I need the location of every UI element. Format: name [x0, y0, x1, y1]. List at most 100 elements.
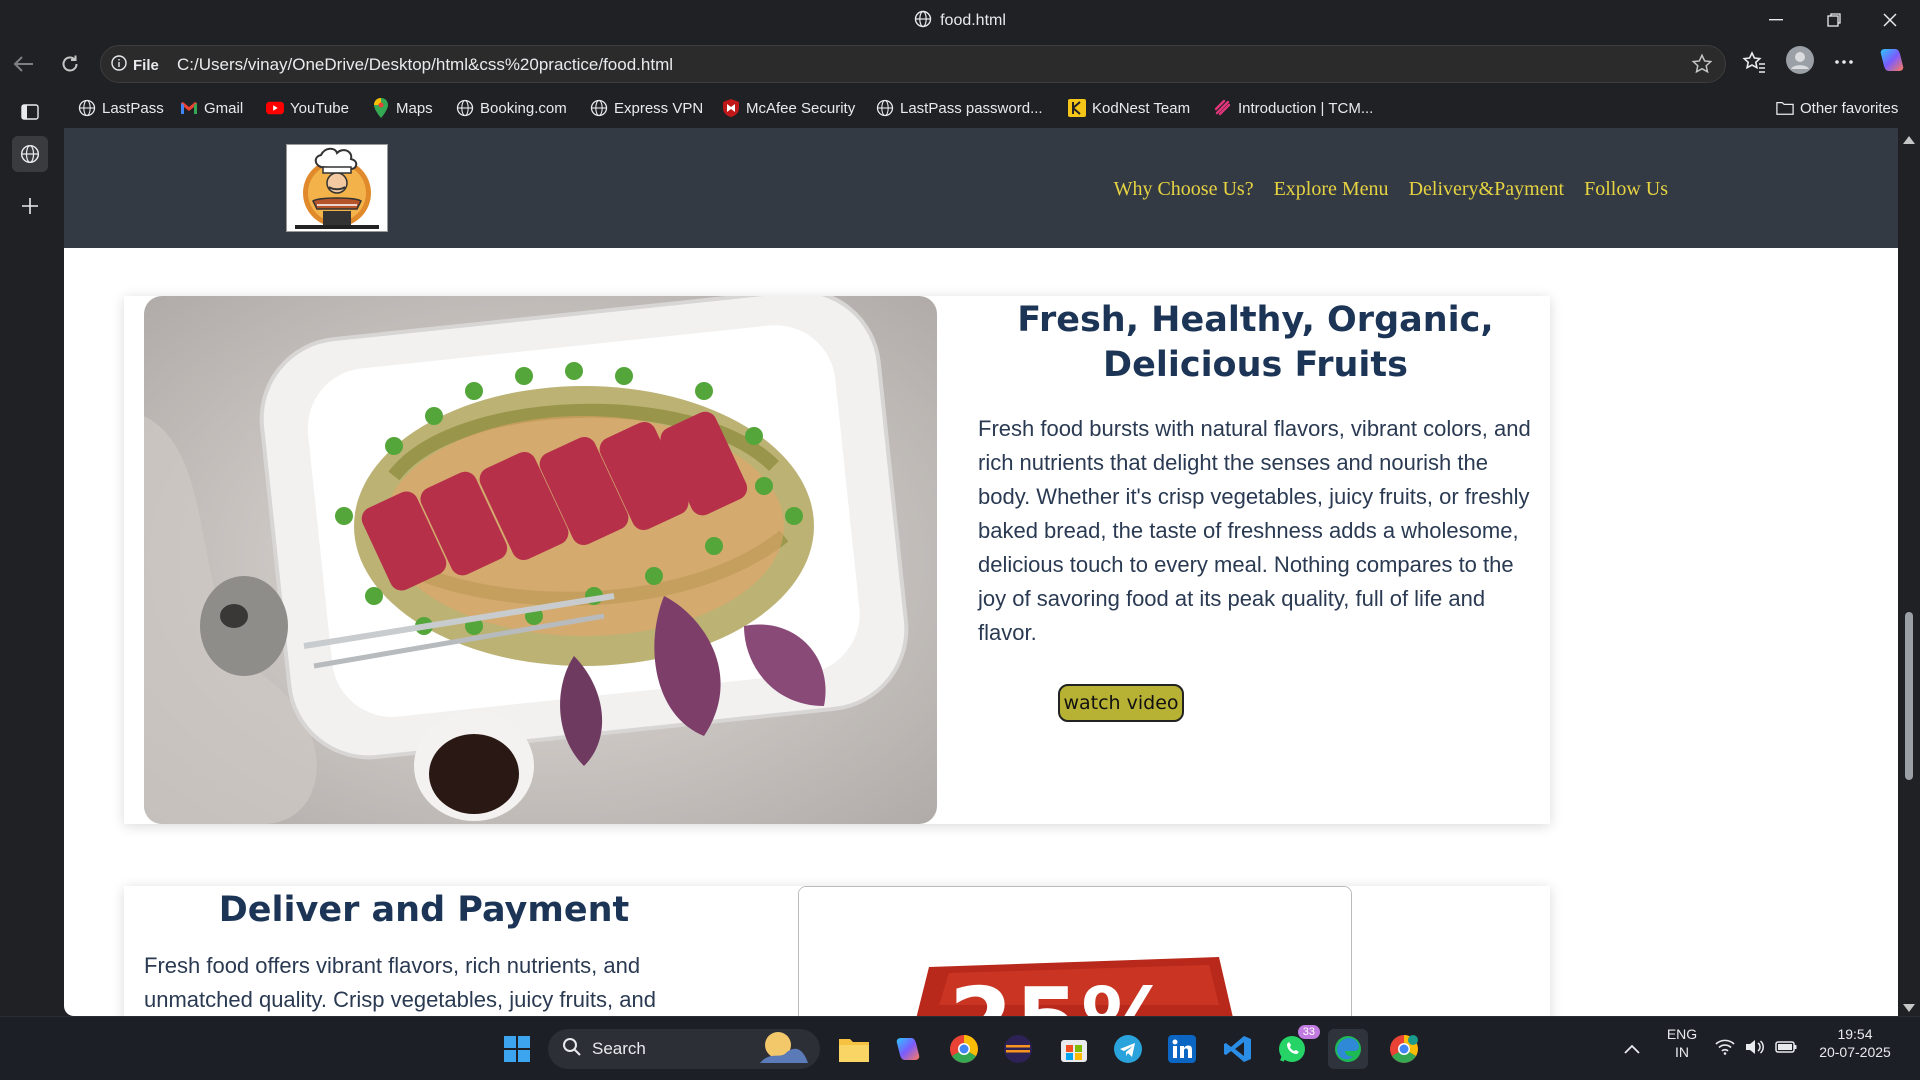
volume-icon	[1745, 1039, 1765, 1060]
promo-percent-text: 25%	[949, 957, 1175, 1016]
browser-toolbar: File C:/Users/vinay/OneDrive/Desktop/htm…	[0, 40, 1920, 88]
scrollbar-thumb[interactable]	[1905, 612, 1913, 780]
windows-start-icon[interactable]	[497, 1029, 537, 1069]
battery-icon	[1775, 1040, 1797, 1058]
favorites-icon[interactable]	[1736, 48, 1772, 76]
fresh-food-text: Fresh, Healthy, Organic, Delicious Fruit…	[978, 296, 1533, 650]
delivery-payment-section: Deliver and Payment Fresh food offers vi…	[124, 886, 1550, 1016]
search-label: Search	[592, 1039, 646, 1058]
vscode-icon[interactable]	[1218, 1029, 1258, 1069]
site-info-chip[interactable]: File	[111, 54, 159, 76]
nav-follow-us[interactable]: Follow Us	[1584, 178, 1668, 201]
more-menu-icon[interactable]	[1826, 48, 1862, 76]
delivery-text: Deliver and Payment Fresh food offers vi…	[144, 886, 704, 1016]
bookmark-mcafee[interactable]: McAfee Security	[722, 97, 855, 119]
quick-settings[interactable]	[1708, 1029, 1804, 1069]
close-button[interactable]	[1862, 4, 1918, 36]
bookmark-label: Express VPN	[614, 99, 704, 117]
profile-avatar[interactable]	[1782, 46, 1818, 74]
site-header: Why Choose Us? Explore Menu Delivery&Pay…	[64, 128, 1898, 248]
window-title: food.html	[0, 10, 1920, 33]
url-text[interactable]: C:/Users/vinay/OneDrive/Desktop/html&css…	[177, 55, 673, 75]
scheme-label: File	[133, 56, 159, 74]
address-bar[interactable]: File C:/Users/vinay/OneDrive/Desktop/htm…	[100, 45, 1726, 83]
windows-taskbar: Search 33 ENG IN 19:54 20-07-2025	[0, 1016, 1920, 1080]
window-titlebar: food.html	[0, 0, 1920, 40]
nav-why-choose-us[interactable]: Why Choose Us?	[1114, 178, 1254, 201]
bookmark-label: KodNest Team	[1092, 99, 1191, 117]
clock-date: 20-07-2025	[1819, 1044, 1891, 1060]
whatsapp-badge: 33	[1297, 1025, 1320, 1039]
file-explorer-icon[interactable]	[834, 1029, 874, 1069]
scroll-down-arrow-icon[interactable]	[1903, 1004, 1915, 1012]
page-viewport: Why Choose Us? Explore Menu Delivery&Pay…	[64, 128, 1898, 1016]
bookmark-booking[interactable]: Booking.com	[456, 97, 567, 119]
bookmark-maps[interactable]: Maps	[372, 97, 433, 119]
chrome-profile-icon[interactable]	[1384, 1029, 1424, 1069]
info-icon	[111, 55, 127, 75]
globe-icon	[590, 99, 608, 117]
vertical-tab-strip	[0, 88, 64, 1016]
tray-chevron-up-icon[interactable]	[1612, 1029, 1652, 1069]
clock[interactable]: 19:54 20-07-2025	[1810, 1025, 1900, 1061]
bookmark-label: McAfee Security	[746, 99, 856, 117]
bookmarks-bar: LastPass Gmail YouTube Maps Booking.com …	[0, 88, 1920, 128]
taskbar-search-box[interactable]: Search	[548, 1029, 820, 1069]
other-favorites-label: Other favorites	[1800, 99, 1899, 117]
bookmark-label: Maps	[396, 99, 433, 117]
bookmark-label: Booking.com	[480, 99, 567, 117]
minimize-button[interactable]	[1748, 4, 1804, 36]
chrome-icon[interactable]	[944, 1029, 984, 1069]
scroll-up-arrow-icon[interactable]	[1903, 136, 1915, 144]
folder-icon	[1776, 99, 1794, 117]
page-scrollbar[interactable]	[1898, 128, 1920, 1016]
weather-moon-icon	[756, 1029, 812, 1070]
tcm-icon	[1214, 99, 1232, 117]
copilot-app-icon[interactable]	[888, 1029, 928, 1069]
maps-pin-icon	[372, 98, 390, 118]
region-code: IN	[1675, 1044, 1689, 1060]
globe-icon	[876, 99, 894, 117]
new-tab-plus-icon[interactable]	[12, 188, 48, 224]
restore-button[interactable]	[1806, 4, 1862, 36]
whatsapp-icon[interactable]: 33	[1272, 1025, 1320, 1069]
bookmark-label: LastPass	[102, 99, 164, 117]
clock-time: 19:54	[1837, 1026, 1873, 1042]
site-nav: Why Choose Us? Explore Menu Delivery&Pay…	[1114, 178, 1668, 201]
favorite-star-icon[interactable]	[1691, 53, 1713, 80]
food-photo	[144, 296, 937, 824]
section-heading: Deliver and Payment	[218, 890, 630, 930]
mcafee-icon	[722, 99, 740, 117]
telegram-icon[interactable]	[1108, 1029, 1148, 1069]
search-icon	[562, 1037, 582, 1062]
nav-delivery-payment[interactable]: Delivery&Payment	[1409, 178, 1565, 201]
tab-food-html[interactable]	[12, 136, 48, 172]
input-language[interactable]: ENG IN	[1662, 1025, 1702, 1061]
window-title-text: food.html	[940, 12, 1006, 29]
eclipse-icon[interactable]	[998, 1029, 1038, 1069]
bookmark-lastpass[interactable]: LastPass	[78, 97, 164, 119]
bookmark-label: LastPass password...	[900, 99, 1043, 117]
back-button[interactable]	[6, 48, 42, 80]
section-heading: Fresh, Healthy, Organic, Delicious Fruit…	[1017, 300, 1494, 385]
copilot-icon[interactable]	[1874, 46, 1910, 74]
bookmark-lastpass-password[interactable]: LastPass password...	[876, 97, 1043, 119]
edge-browser-icon[interactable]	[1328, 1029, 1368, 1069]
chef-logo[interactable]	[286, 144, 388, 232]
nav-explore-menu[interactable]: Explore Menu	[1274, 178, 1389, 201]
watch-video-button[interactable]: watch video	[1058, 684, 1184, 722]
other-favorites[interactable]: Other favorites	[1776, 97, 1898, 119]
gmail-icon	[180, 99, 198, 117]
language-code: ENG	[1666, 1026, 1698, 1042]
bookmark-label: YouTube	[290, 99, 349, 117]
tab-actions-icon[interactable]	[12, 94, 48, 130]
section-body: Fresh food offers vibrant flavors, rich …	[144, 953, 656, 1012]
bookmark-expressvpn[interactable]: Express VPN	[590, 97, 703, 119]
bookmark-tcm[interactable]: Introduction | TCM...	[1214, 97, 1373, 119]
refresh-button[interactable]	[52, 48, 88, 80]
bookmark-gmail[interactable]: Gmail	[180, 97, 243, 119]
bookmark-youtube[interactable]: YouTube	[266, 97, 349, 119]
linkedin-icon[interactable]	[1162, 1029, 1202, 1069]
microsoft-store-icon[interactable]	[1054, 1029, 1094, 1069]
bookmark-kodnest[interactable]: KodNest Team	[1068, 97, 1190, 119]
